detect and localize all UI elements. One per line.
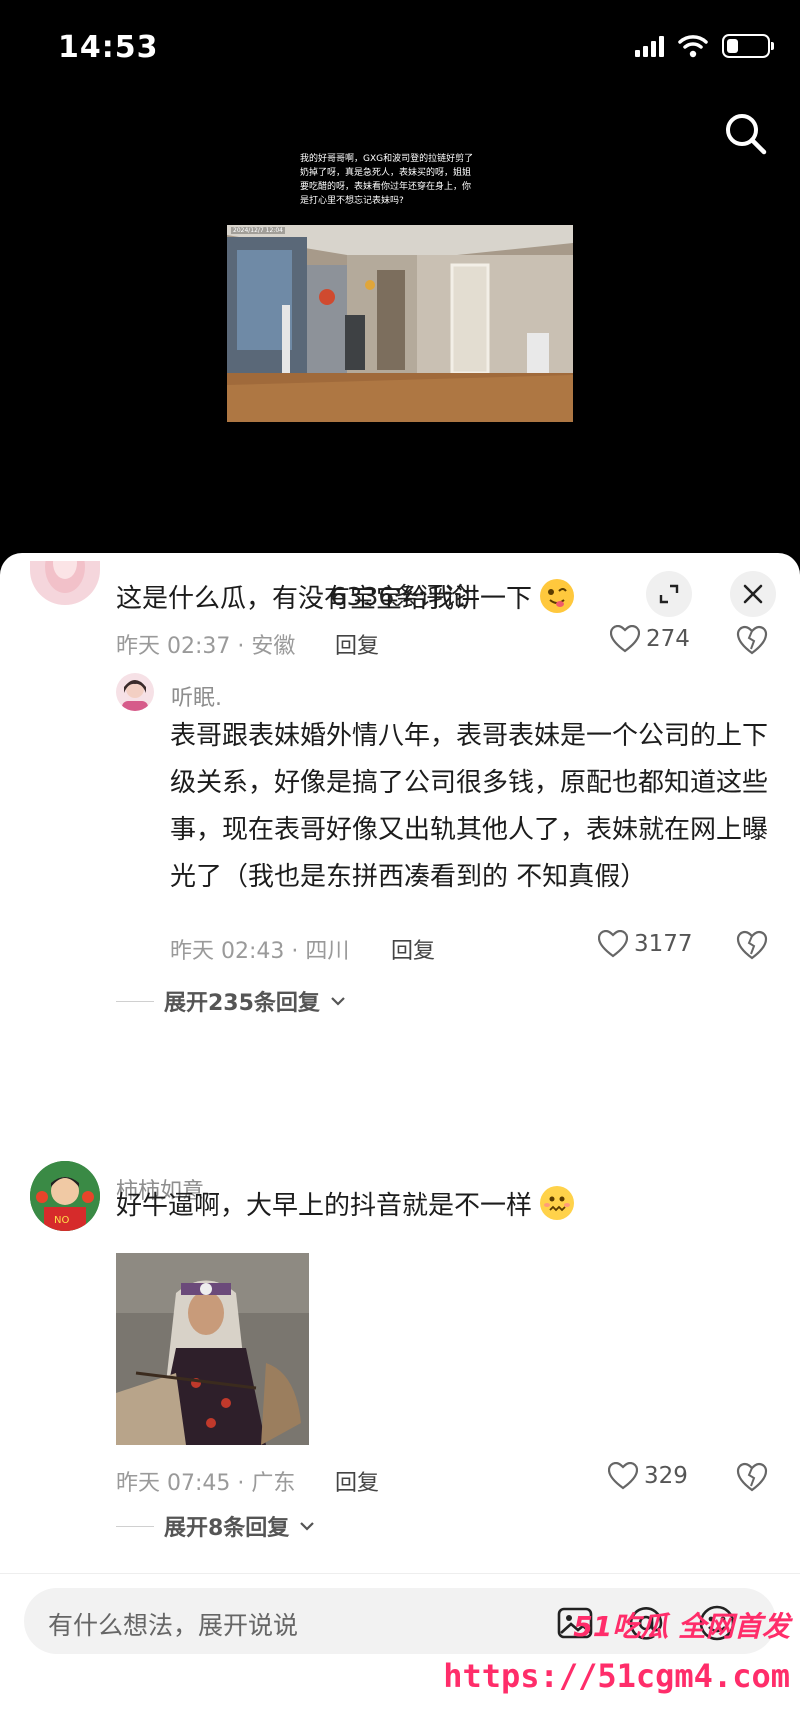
close-button[interactable]	[730, 571, 776, 617]
reply-username[interactable]: 听眠.	[171, 680, 222, 712]
dislike-button[interactable]	[736, 1462, 768, 1494]
svg-text:NO: NO	[54, 1215, 69, 1226]
battery-icon	[722, 34, 774, 58]
signal-icon	[635, 35, 664, 57]
chevron-down-icon	[300, 1522, 315, 1531]
reply-button[interactable]: 回复	[391, 933, 435, 965]
comment-sheet: 6336条评论 这是什么瓜，有没有宝宝给我讲一下 昨天 02:37 · 安徽 回…	[0, 553, 800, 1732]
wifi-icon	[678, 35, 708, 58]
emoji-nervous-icon	[540, 1186, 575, 1220]
video-caption: 我的好哥哥啊，GXG和波司登的拉链好剪了奶掉了呀，真是急死人，表妹买的呀，姐姐要…	[300, 154, 474, 206]
heart-icon	[598, 930, 628, 958]
like-count: 329	[644, 1463, 688, 1489]
reply-text: 表哥跟表妹婚外情八年，表哥表妹是一个公司的上下级关系，好像是搞了公司很多钱，原配…	[170, 721, 769, 892]
like-button[interactable]: 3177	[598, 930, 693, 958]
video-player[interactable]: 我的好哥哥啊，GXG和波司登的拉链好剪了奶掉了呀，真是急死人，表妹买的呀，姐姐要…	[0, 100, 800, 555]
watermark-url: https://51cgm4.com	[443, 1657, 790, 1695]
expand-replies-button[interactable]: 展开8条回复	[116, 1510, 315, 1542]
status-icons	[635, 34, 774, 58]
dislike-button[interactable]	[736, 625, 768, 657]
comment-meta: 昨天 02:37 · 安徽	[116, 634, 296, 659]
status-time: 14:53	[58, 30, 159, 65]
heart-icon	[610, 625, 640, 653]
expand-replies-label: 展开235条回复	[164, 991, 320, 1016]
dislike-button[interactable]	[736, 930, 768, 962]
reply-meta: 昨天 02:43 · 四川	[170, 939, 350, 964]
comment-text: 这是什么瓜，有没有宝宝给我讲一下	[116, 576, 716, 623]
chevron-down-icon	[331, 997, 345, 1006]
expand-replies-label: 展开8条回复	[164, 1516, 290, 1541]
comment-image[interactable]	[116, 1253, 309, 1445]
close-icon	[743, 584, 763, 604]
divider-line	[116, 1525, 154, 1527]
like-count: 274	[646, 626, 690, 652]
broken-heart-icon	[736, 930, 768, 960]
comment-meta: 昨天 07:45 · 广东	[116, 1471, 296, 1496]
heart-icon	[608, 1462, 638, 1490]
reply-button[interactable]: 回复	[335, 628, 379, 660]
avatar[interactable]: NO	[30, 1161, 100, 1231]
video-frame: 2024/12/7 12:04	[227, 225, 573, 422]
emoji-tongue-icon	[540, 579, 575, 613]
status-bar: 14:53	[0, 0, 800, 100]
watermark-brand: 51吃瓜 全网首发	[573, 1610, 790, 1643]
like-count: 3177	[634, 931, 693, 957]
like-button[interactable]: 329	[608, 1462, 688, 1490]
watermark: 51吃瓜 全网首发 https://51cgm4.com	[443, 1605, 790, 1695]
divider-line	[116, 1000, 154, 1002]
comment-text: 好牛逼啊，大早上的抖音就是不一样	[116, 1183, 716, 1230]
like-button[interactable]: 274	[610, 625, 690, 653]
comment-input-placeholder: 有什么想法，展开说说	[48, 1611, 299, 1640]
reply-button[interactable]: 回复	[335, 1465, 379, 1497]
expand-replies-button[interactable]: 展开235条回复	[116, 985, 346, 1017]
avatar[interactable]	[116, 673, 154, 711]
video-scene	[227, 225, 573, 422]
broken-heart-icon	[736, 1462, 768, 1492]
broken-heart-icon	[736, 625, 768, 655]
video-timestamp: 2024/12/7 12:04	[231, 227, 285, 234]
